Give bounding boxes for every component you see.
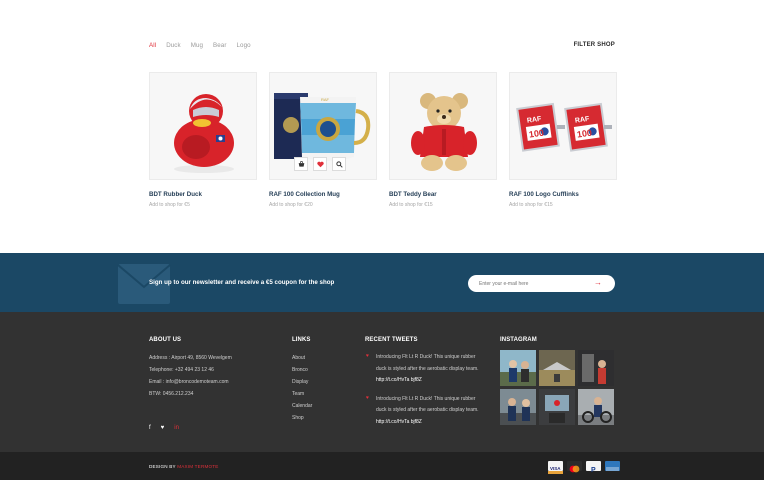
designer-link[interactable]: MAXIM TERMOTE — [177, 464, 218, 469]
filter-logo[interactable]: Logo — [237, 42, 251, 49]
instagram-heading: INSTAGRAM — [500, 337, 537, 343]
about-heading: ABOUT US — [149, 337, 182, 343]
svg-text:VISA: VISA — [550, 466, 561, 471]
tweet-link[interactable]: http://t.co/HvTa bjf8Z — [376, 417, 485, 429]
arrow-right-icon: → — [594, 278, 602, 287]
bottom-bar: DESIGN BY MAXIM TERMOTE VISA P — [0, 452, 764, 480]
filter-shop-button[interactable]: FILTER SHOP — [560, 42, 615, 48]
amex-icon — [605, 461, 620, 471]
footer-tweets: RECENT TWEETS ♥ Introducing Flt Lt R Duc… — [365, 337, 485, 428]
footer-link-about[interactable]: About — [292, 352, 312, 364]
links-heading: LINKS — [292, 337, 311, 343]
newsletter-email-input[interactable] — [468, 275, 615, 292]
tweet-item: ♥ Introducing Flt Lt R Duck! This unique… — [365, 394, 485, 429]
product-grid: BDT Rubber Duck Add to shop for €5 RAF R… — [149, 72, 617, 208]
newsletter-submit-button[interactable]: → — [594, 278, 602, 287]
instagram-grid — [500, 350, 614, 425]
linkedin-icon[interactable]: in — [174, 425, 179, 431]
heart-icon — [316, 161, 324, 167]
product-image-bear[interactable] — [389, 72, 497, 180]
product-image-duck[interactable] — [149, 72, 257, 180]
social-links: f ♥ in — [149, 425, 179, 431]
instagram-photo[interactable] — [500, 350, 536, 386]
payment-methods: VISA P — [548, 461, 620, 474]
facebook-icon[interactable]: f — [149, 425, 151, 431]
product-image-mug[interactable]: RAF — [269, 72, 377, 180]
filter-all[interactable]: All — [149, 42, 156, 49]
footer-about: ABOUT US Address : Airport 49, 8560 Weve… — [149, 337, 232, 400]
svg-text:RAF: RAF — [321, 97, 330, 102]
wishlist-button[interactable] — [313, 157, 327, 171]
about-email[interactable]: Email : info@broncodemoteam.com — [149, 376, 232, 388]
footer-link-display[interactable]: Display — [292, 376, 312, 388]
product-hover-actions — [294, 157, 346, 171]
instagram-photo[interactable] — [500, 389, 536, 425]
product-price[interactable]: Add to shop for €15 — [509, 202, 617, 208]
quick-view-button[interactable] — [332, 157, 346, 171]
instagram-photo[interactable] — [539, 350, 575, 386]
twitter-icon: ♥ — [366, 353, 369, 359]
footer-link-team[interactable]: Team — [292, 388, 312, 400]
product-card[interactable]: RAF 100 RAF 100 RAF 100 Logo Cufflinks A… — [509, 72, 617, 208]
footer-link-shop[interactable]: Shop — [292, 412, 312, 424]
product-name[interactable]: RAF 100 Logo Cufflinks — [509, 191, 617, 198]
instagram-photo[interactable] — [578, 350, 614, 386]
shop-filter-bar: All Duck Mug Bear Logo — [149, 42, 251, 49]
footer-links: LINKS About Bronco Display Team Calendar… — [292, 337, 312, 424]
search-icon — [335, 160, 343, 168]
filter-bear[interactable]: Bear — [213, 42, 226, 49]
footer-instagram: INSTAGRAM — [500, 337, 614, 425]
svg-text:100: 100 — [528, 128, 544, 140]
tweets-heading: RECENT TWEETS — [365, 337, 418, 343]
instagram-photo[interactable] — [578, 389, 614, 425]
product-name[interactable]: RAF 100 Collection Mug — [269, 191, 377, 198]
cart-icon — [298, 160, 304, 167]
add-to-cart-button[interactable] — [294, 157, 308, 171]
product-card[interactable]: BDT Teddy Bear Add to shop for €15 — [389, 72, 497, 208]
tweet-link[interactable]: http://t.co/HvTa bjf8Z — [376, 375, 485, 387]
about-telephone: Telephone: +32 494 23 12 46 — [149, 367, 214, 373]
footer-link-calendar[interactable]: Calendar — [292, 400, 312, 412]
tweet-text: Introducing Flt Lt R Duck! This unique r… — [376, 395, 479, 414]
newsletter-bar: Sign up to our newsletter and receive a … — [0, 253, 764, 312]
product-image-cufflinks[interactable]: RAF 100 RAF 100 — [509, 72, 617, 180]
instagram-photo[interactable] — [539, 389, 575, 425]
product-name[interactable]: BDT Teddy Bear — [389, 191, 497, 198]
product-price[interactable]: Add to shop for €15 — [389, 202, 497, 208]
product-name[interactable]: BDT Rubber Duck — [149, 191, 257, 198]
svg-text:100: 100 — [576, 128, 592, 140]
product-price[interactable]: Add to shop for €5 — [149, 202, 257, 208]
footer: ABOUT US Address : Airport 49, 8560 Weve… — [0, 312, 764, 452]
product-card[interactable]: RAF RAF 100 Collection Mug Add to shop f… — [269, 72, 377, 208]
product-card[interactable]: BDT Rubber Duck Add to shop for €5 — [149, 72, 257, 208]
design-by-label: DESIGN BY — [149, 464, 176, 469]
tweet-text: Introducing Flt Lt R Duck! This unique r… — [376, 354, 479, 372]
footer-link-bronco[interactable]: Bronco — [292, 364, 312, 376]
product-price[interactable]: Add to shop for €20 — [269, 202, 377, 208]
newsletter-text: Sign up to our newsletter and receive a … — [149, 279, 335, 286]
about-btw: BTW: 0456.212.234 — [149, 391, 194, 397]
visa-icon: VISA — [548, 461, 563, 474]
twitter-icon[interactable]: ♥ — [161, 425, 165, 431]
filter-mug[interactable]: Mug — [191, 42, 203, 49]
mastercard-icon — [567, 461, 582, 473]
design-credit: DESIGN BY MAXIM TERMOTE — [149, 464, 219, 469]
about-address: Address : Airport 49, 8560 Wevelgem — [149, 355, 232, 361]
filter-duck[interactable]: Duck — [166, 42, 181, 49]
paypal-icon: P — [586, 461, 601, 474]
twitter-icon: ♥ — [366, 394, 369, 401]
tweet-item: ♥ Introducing Flt Lt R Duck! This unique… — [365, 352, 485, 387]
svg-text:P: P — [591, 467, 596, 474]
